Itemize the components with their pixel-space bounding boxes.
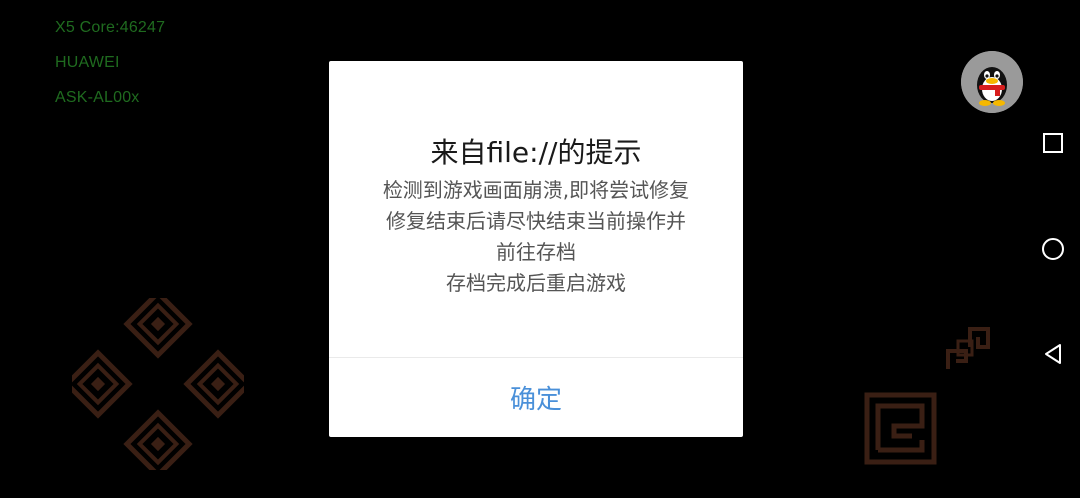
virtual-dpad[interactable]	[72, 298, 244, 470]
home-button[interactable]	[1040, 236, 1066, 262]
dialog-message-line: 检测到游戏画面崩溃,即将尝试修复	[382, 178, 690, 202]
alert-dialog: 来自file://的提示 检测到游戏画面崩溃,即将尝试修复 修复结束后请尽快结束…	[329, 61, 743, 437]
qq-penguin-avatar[interactable]	[961, 51, 1023, 113]
dialog-title: 来自file://的提示	[430, 136, 642, 169]
dpad-right-button[interactable]	[187, 353, 244, 415]
confirm-button[interactable]: 确定	[329, 358, 743, 437]
debug-core-version: X5 Core:46247	[55, 19, 166, 36]
triangle-back-icon	[1045, 344, 1061, 364]
game-action-button-large[interactable]	[864, 392, 937, 465]
debug-device-model: ASK-AL00x	[55, 89, 140, 106]
dialog-message-line: 修复结束后请尽快结束当前操作并	[386, 209, 686, 233]
back-button[interactable]	[1040, 341, 1066, 367]
dpad-up-button[interactable]	[127, 298, 189, 355]
dialog-message: 检测到游戏画面崩溃,即将尝试修复 修复结束后请尽快结束当前操作并 前往存档 存档…	[349, 175, 723, 299]
game-action-button-small[interactable]	[944, 325, 992, 373]
dialog-message-line: 前往存档	[496, 240, 576, 264]
dpad-down-button[interactable]	[127, 413, 189, 470]
square-icon	[1043, 133, 1063, 153]
dialog-message-line: 存档完成后重启游戏	[446, 271, 626, 295]
recent-apps-button[interactable]	[1040, 130, 1066, 156]
circle-icon	[1042, 238, 1064, 260]
dpad-left-button[interactable]	[72, 353, 129, 415]
debug-device-brand: HUAWEI	[55, 54, 120, 71]
